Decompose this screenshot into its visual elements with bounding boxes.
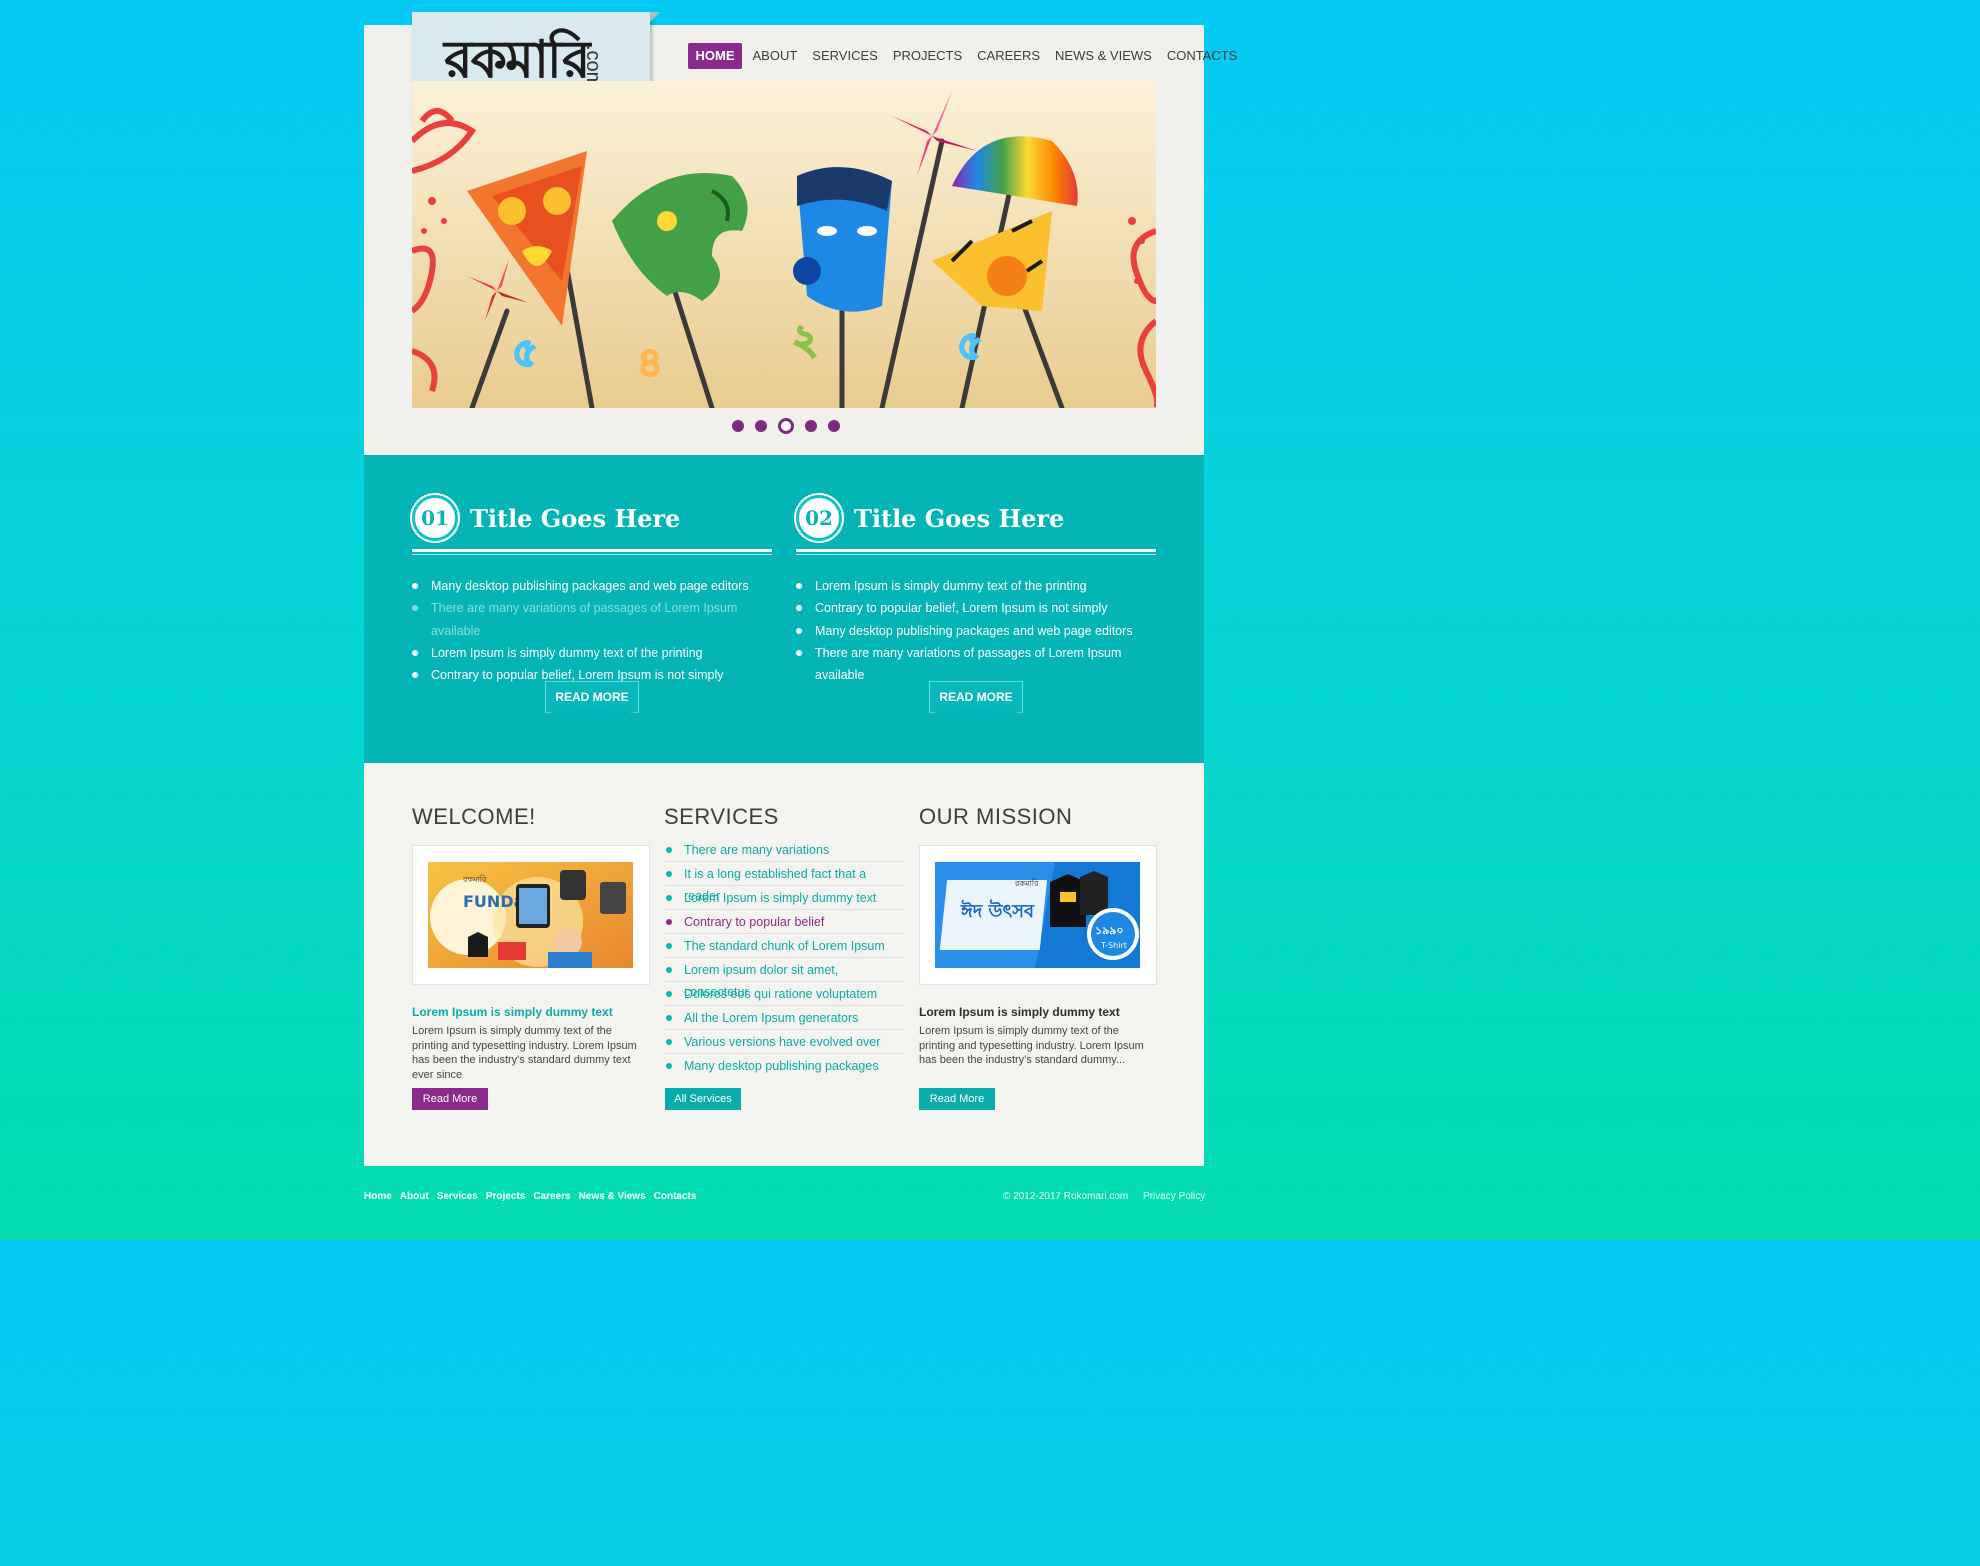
hero-slider[interactable]: ৫ ৪ ২ ৫	[412, 81, 1156, 408]
services-list-item[interactable]: There are many variations	[664, 839, 904, 862]
list-item: Lorem Ipsum is simply dummy text of the …	[412, 642, 772, 664]
welcome-banner-brand: রকমারি	[462, 875, 487, 884]
feature-block-1: 01 Title Goes Here Many desktop publishi…	[412, 495, 772, 686]
welcome-subheading[interactable]: Lorem Ipsum is simply dummy text	[412, 1005, 613, 1019]
services-list-item[interactable]: All the Lorem Ipsum generators	[664, 1007, 904, 1030]
footer-link-services[interactable]: Services	[437, 1191, 478, 1202]
divider	[412, 549, 772, 552]
numeral-2: ৪	[637, 340, 663, 386]
feature-number: 02	[796, 495, 842, 541]
numeral-3: ২	[792, 317, 818, 363]
divider-thin	[412, 554, 772, 555]
list-item: Many desktop publishing packages and web…	[412, 575, 772, 597]
services-heading: SERVICES	[664, 804, 779, 829]
services-list-item[interactable]: It is a long established fact that a rea…	[664, 863, 904, 903]
feature-list: Lorem Ipsum is simply dummy text of the …	[796, 575, 1156, 686]
feature-number: 01	[412, 495, 458, 541]
welcome-read-more-button[interactable]: Read More	[412, 1088, 488, 1110]
footer-link-home[interactable]: Home	[364, 1191, 392, 1202]
mission-banner-price: ১৯৯০	[1095, 924, 1124, 937]
mission-read-more-button[interactable]: Read More	[919, 1088, 995, 1110]
services-list-item[interactable]: Dolores eos qui ratione voluptatem	[664, 983, 904, 1006]
logo-fold	[650, 12, 660, 22]
services-list-item[interactable]: Many desktop publishing packages	[664, 1055, 904, 1077]
list-item: Many desktop publishing packages and web…	[796, 620, 1156, 642]
nav-projects[interactable]: PROJECTS	[885, 43, 969, 69]
services-list: There are many variations It is a long e…	[664, 839, 904, 1078]
divider	[796, 549, 1156, 552]
services-list-item-active[interactable]: Contrary to popular belief	[664, 911, 904, 934]
feature-title: Title Goes Here	[470, 503, 681, 533]
numeral-4: ৫	[957, 323, 983, 369]
services-list-item[interactable]: Lorem Ipsum is simply dummy text	[664, 887, 904, 910]
welcome-heading: WELCOME!	[412, 804, 536, 829]
feature-title-row: 01 Title Goes Here	[412, 495, 772, 541]
copyright: © 2012-2017 Rokomari.com	[1003, 1191, 1129, 1202]
slider-dot-1[interactable]	[732, 420, 744, 432]
welcome-text: Lorem Ipsum is simply dummy text of the …	[412, 1025, 637, 1081]
footer-link-projects[interactable]: Projects	[486, 1191, 525, 1202]
main-nav: HOME ABOUT SERVICES PROJECTS CAREERS NEW…	[688, 43, 1245, 69]
slider-dots	[732, 418, 840, 434]
slider-dot-5[interactable]	[828, 420, 840, 432]
mission-subheading[interactable]: Lorem Ipsum is simply dummy text	[919, 1005, 1120, 1019]
mission-banner-image: ঈদ উৎসব রকমারি ১৯৯০ T-Shirt	[935, 862, 1140, 968]
list-item: Contrary to popular belief, Lorem Ipsum …	[796, 597, 1156, 619]
mission-image-frame[interactable]: ঈদ উৎসব রকমারি ১৯৯০ T-Shirt	[919, 845, 1157, 985]
feature-list: Many desktop publishing packages and web…	[412, 575, 772, 686]
nav-about[interactable]: ABOUT	[745, 43, 805, 69]
services-list-item[interactable]: Lorem ipsum dolor sit amet, consectetur	[664, 959, 904, 999]
list-item: There are many variations of passages of…	[796, 642, 1156, 687]
footer-link-about[interactable]: About	[400, 1191, 429, 1202]
services-list-item[interactable]: The standard chunk of Lorem Ipsum	[664, 935, 904, 958]
privacy-policy-link[interactable]: Privacy Policy	[1143, 1191, 1205, 1202]
mission-banner-tag: T-Shirt	[1100, 941, 1127, 950]
nav-services[interactable]: SERVICES	[805, 43, 886, 69]
nav-contacts[interactable]: CONTACTS	[1159, 43, 1245, 69]
all-services-button[interactable]: All Services	[665, 1088, 741, 1110]
list-item: Lorem Ipsum is simply dummy text of the …	[796, 575, 1156, 597]
hero-image: ৫ ৪ ২ ৫	[412, 81, 1156, 408]
footer-link-contacts[interactable]: Contacts	[654, 1191, 697, 1202]
footer-nav: Home About Services Projects Careers New…	[364, 1191, 696, 1202]
feature-title: Title Goes Here	[854, 503, 1065, 533]
services-list-item[interactable]: Various versions have evolved over	[664, 1031, 904, 1054]
footer-link-news-views[interactable]: News & Views	[579, 1191, 646, 1202]
footer-link-careers[interactable]: Careers	[533, 1191, 570, 1202]
numeral-1: ৫	[512, 330, 538, 376]
welcome-banner-image: FUNDay রকমারি	[428, 862, 633, 968]
nav-news-views[interactable]: NEWS & VIEWS	[1048, 43, 1160, 69]
list-item: There are many variations of passages of…	[412, 597, 772, 642]
mission-heading: OUR MISSION	[919, 804, 1073, 829]
nav-careers[interactable]: CAREERS	[970, 43, 1048, 69]
slider-dot-3[interactable]	[778, 418, 794, 434]
mission-banner-title: ঈদ উৎসব	[960, 899, 1035, 922]
feature-block-2: 02 Title Goes Here Lorem Ipsum is simply…	[796, 495, 1156, 686]
slider-dot-2[interactable]	[755, 420, 767, 432]
mission-banner-brand: রকমারি	[1014, 879, 1039, 888]
feature-title-row: 02 Title Goes Here	[796, 495, 1156, 541]
nav-home[interactable]: HOME	[688, 43, 742, 69]
divider-thin	[796, 554, 1156, 555]
welcome-image-frame[interactable]: FUNDay রকমারি	[412, 845, 650, 985]
slider-dot-4[interactable]	[805, 420, 817, 432]
mission-text: Lorem Ipsum is simply dummy text of the …	[919, 1025, 1144, 1066]
